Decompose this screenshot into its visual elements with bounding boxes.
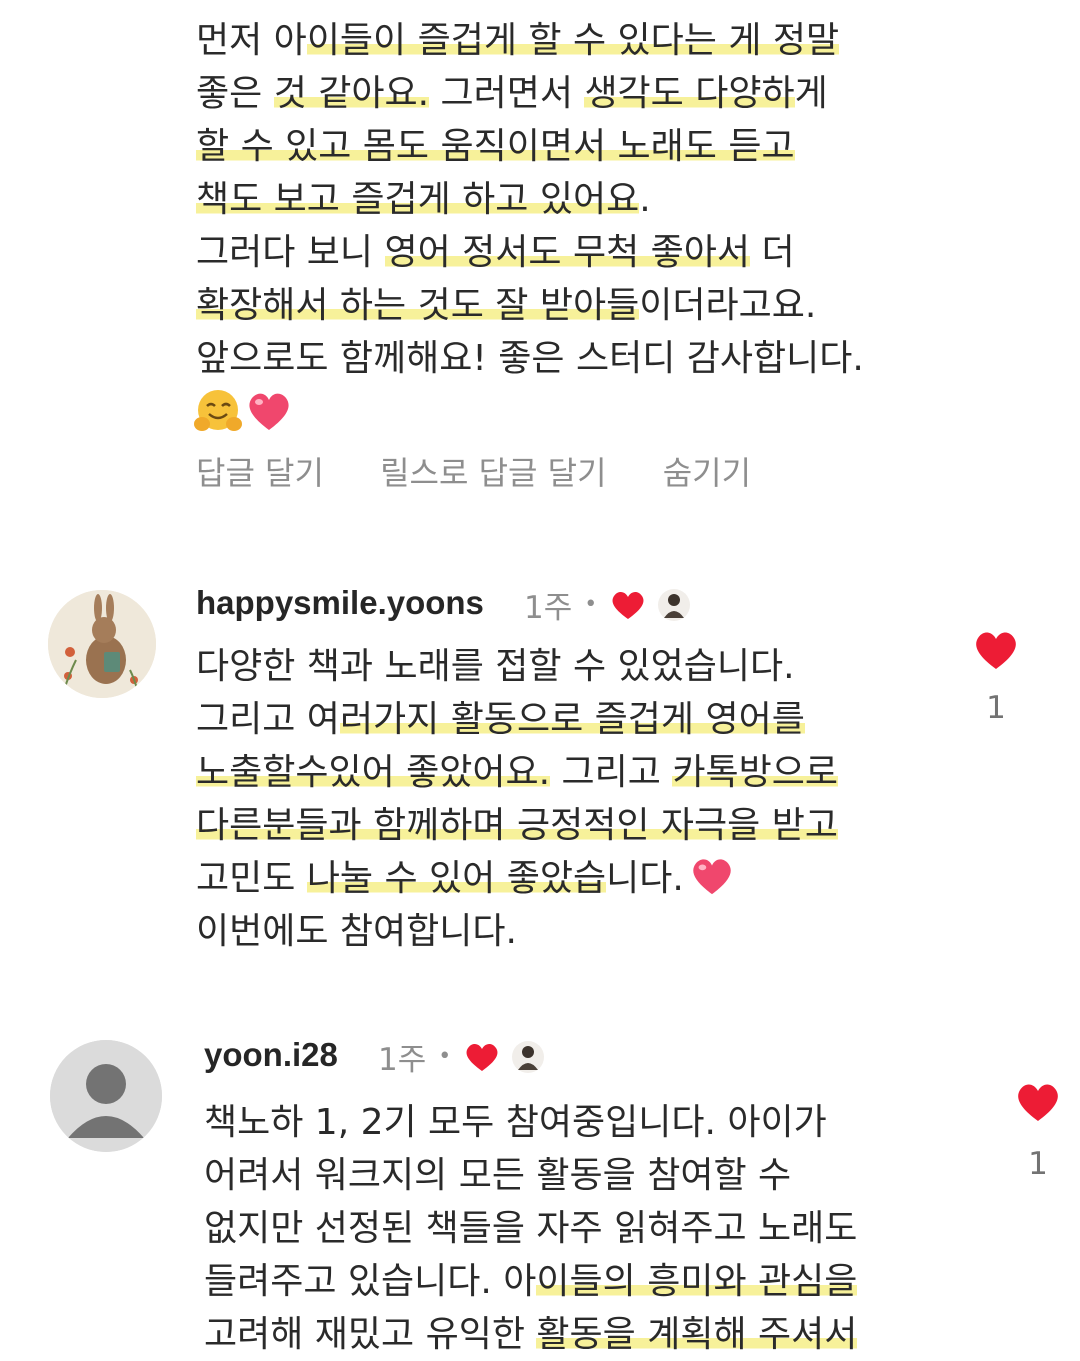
like-count: 1 [1028, 1146, 1048, 1182]
comment-line: 책노하 1, 2기 모두 참여중입니다. 아이가 [204, 1102, 827, 1143]
comment-line: 고려해 재밌고 유익한 활동을 계획해 주셔서 [204, 1314, 858, 1355]
creator-avatar-icon [512, 1040, 545, 1073]
comment-line: 어려서 워크지의 모든 활동을 참여할 수 [204, 1155, 792, 1196]
comment-line: 그리고 여러가지 활동으로 즐겁게 영어를 [196, 699, 805, 740]
comment-line: 할 수 있고 몸도 움직이면서 노래도 듣고 [196, 126, 795, 167]
comment-line: 그러다 보니 영어 정서도 무척 좋아서 더 [196, 232, 795, 273]
comment-actions: 답글 달기 릴스로 답글 달기 숨기기 [196, 448, 797, 494]
comment-line: 확장해서 하는 것도 잘 받아들이더라고요. [196, 285, 817, 326]
heart-icon[interactable] [1014, 1080, 1062, 1124]
avatar[interactable] [48, 590, 156, 698]
comment-line: 이번에도 참여합니다. [196, 911, 517, 952]
comment-line: 다양한 책과 노래를 접할 수 있었습니다. [196, 646, 795, 687]
avatar[interactable] [50, 1040, 162, 1152]
comment-username[interactable]: happysmile.yoons [196, 584, 484, 622]
heart-icon [612, 591, 644, 619]
comment-meta: 1주 • [524, 582, 691, 627]
separator-dot: • [584, 592, 598, 617]
creator-avatar-icon [658, 588, 691, 621]
comment-username[interactable]: yoon.i28 [204, 1036, 338, 1074]
comment-line: 고민도 나눌 수 있어 좋았습니다. [196, 852, 838, 905]
comment-meta: 1주 • [378, 1034, 545, 1079]
comment-time: 1주 [378, 1042, 427, 1078]
heart-icon[interactable] [972, 628, 1020, 672]
comment-line: 좋은 것 같아요. 그러면서 생각도 다양하게 [196, 73, 828, 114]
reply-button[interactable]: 답글 달기 [196, 454, 324, 492]
comment-2-text: 책노하 1, 2기 모두 참여중입니다. 아이가 어려서 워크지의 모든 활동을… [204, 1096, 858, 1361]
comment-line: 다른분들과 함께하며 긍정적인 자극을 받고 [196, 805, 838, 846]
separator-dot: • [438, 1044, 452, 1069]
person-icon [50, 1040, 162, 1152]
hide-button[interactable]: 숨기기 [663, 454, 751, 492]
comment-line: 앞으로도 함께해요! 좋은 스터디 감사합니다. [196, 338, 864, 379]
pink-heart-emoji [693, 859, 731, 895]
comment-time: 1주 [524, 590, 573, 626]
reels-reply-button[interactable]: 릴스로 답글 달기 [380, 454, 606, 492]
hugging-face-emoji [194, 388, 244, 434]
pink-heart-emoji [244, 388, 294, 434]
rabbit-illustration-icon [48, 590, 156, 698]
heart-icon [466, 1043, 498, 1071]
comment-line: 없지만 선정된 책들을 자주 읽혀주고 노래도 [204, 1208, 858, 1249]
comment-1-text: 다양한 책과 노래를 접할 수 있었습니다. 그리고 여러가지 활동으로 즐겁게… [196, 640, 838, 958]
comment-line: 노출할수있어 좋았어요. 그리고 카톡방으로 [196, 752, 838, 793]
comment-line: 들려주고 있습니다. 아이들의 흥미와 관심을 [204, 1261, 858, 1302]
comment-line: 책도 보고 즐겁게 하고 있어요. [196, 179, 651, 220]
comment-prev-text: 먼저 아이들이 즐겁게 할 수 있다는 게 정말 좋은 것 같아요. 그러면서 … [196, 14, 864, 385]
like-count: 1 [986, 690, 1006, 726]
comment-line: 먼저 아이들이 즐겁게 할 수 있다는 게 정말 [196, 20, 840, 61]
